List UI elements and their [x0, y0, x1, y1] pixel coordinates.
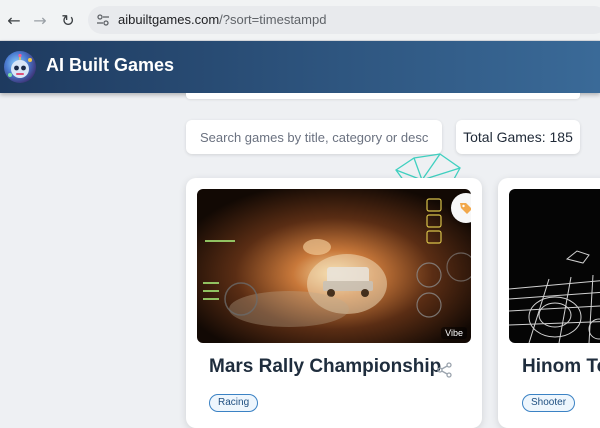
reload-icon[interactable]: ↻ — [58, 10, 78, 30]
tag-icon — [460, 203, 471, 214]
address-bar[interactable]: aibuiltgames.com/?sort=timestampd — [88, 6, 600, 34]
game-thumbnail[interactable] — [509, 189, 600, 343]
back-arrow-icon[interactable]: ← — [4, 10, 24, 30]
game-card[interactable]: Vibe Mars Rally Championship Racing — [186, 178, 482, 428]
share-icon[interactable] — [436, 361, 454, 379]
url-domain: aibuiltgames.com — [118, 12, 220, 27]
category-tag[interactable]: Racing — [209, 394, 259, 412]
url-path: /?sort=timestampd — [219, 12, 327, 27]
filter-bar-edge — [186, 93, 580, 99]
app-title[interactable]: AI Built Games — [46, 55, 174, 76]
game-title[interactable]: Hinom To — [522, 356, 600, 378]
forward-arrow-icon[interactable]: → — [30, 10, 50, 30]
game-card[interactable]: Hinom To Shooter — [498, 178, 600, 428]
game-thumbnail[interactable]: Vibe — [197, 189, 471, 343]
browser-toolbar: ← → ↻ aibuiltgames.com/?sort=timestampd — [0, 0, 600, 41]
search-box[interactable] — [186, 120, 442, 154]
category-tag[interactable]: Shooter — [522, 394, 576, 412]
site-settings-icon[interactable] — [96, 13, 110, 27]
url-text: aibuiltgames.com/?sort=timestampd — [118, 12, 326, 27]
vibe-badge: Vibe — [441, 327, 467, 339]
game-title[interactable]: Mars Rally Championship — [209, 356, 441, 378]
app-header: AI Built Games — [0, 41, 600, 93]
robot-logo-icon[interactable] — [4, 51, 36, 83]
search-input[interactable] — [186, 120, 442, 154]
total-games-counter: Total Games: 185 — [456, 120, 580, 154]
